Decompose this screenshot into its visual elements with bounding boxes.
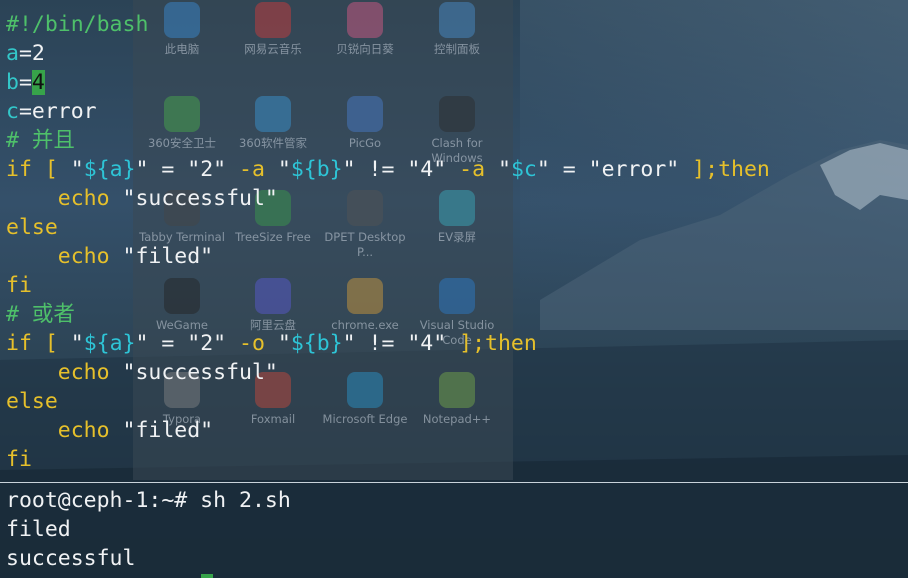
string-successful: "successful" [122, 360, 278, 385]
string-filed: "filed" [122, 418, 214, 443]
string-filed: "filed" [122, 244, 214, 269]
editor-line-b: b=4 [6, 68, 45, 97]
bracket-open: [ [31, 331, 71, 356]
quote: " [277, 157, 291, 182]
keyword-then: ;then [705, 157, 770, 182]
var-c-name: c [6, 99, 19, 124]
quote: " [277, 331, 291, 356]
editor-line-c: c=error [6, 97, 97, 126]
var-b-equals: = [18, 70, 32, 95]
editor-line-echo-filed: echo "filed" [6, 416, 213, 445]
terminal-cursor [201, 574, 213, 578]
quote: " [70, 157, 84, 182]
bracket-close: ] [446, 331, 473, 356]
bracket-open: [ [31, 157, 71, 182]
shell-prompt-line: root@ceph-1:~# sh 2.sh [6, 488, 291, 513]
editor-line-else: else [6, 387, 58, 416]
string-successful: "successful" [122, 186, 278, 211]
editor-line-comment-and: # 并且 [6, 126, 75, 155]
expansion-a: ${a} [83, 157, 136, 182]
quote: " [135, 157, 149, 182]
option-a: -a [226, 157, 278, 182]
string-4: "4" [407, 331, 447, 356]
keyword-echo: echo [57, 360, 110, 385]
editor-line-shebang: #!/bin/bash [6, 10, 148, 39]
string-error: "error" [588, 157, 680, 182]
string-2: "2" [187, 331, 227, 356]
expansion-b: ${b} [290, 157, 343, 182]
output-line: filed [6, 517, 71, 542]
comment-or: # 或者 [6, 302, 75, 327]
expansion-c: $c [510, 157, 537, 182]
editor-line-echo-successful: echo "successful" [6, 184, 278, 213]
keyword-echo: echo [57, 186, 110, 211]
operator-eq: = [549, 157, 589, 182]
string-4: "4" [407, 157, 447, 182]
operator-eq: = [148, 331, 188, 356]
bracket-close: ] [679, 157, 706, 182]
keyword-then: ;then [472, 331, 537, 356]
editor-line-echo-filed: echo "filed" [6, 242, 213, 271]
var-b-name: b [6, 70, 19, 95]
keyword-else: else [6, 389, 58, 414]
option-o: -o [226, 331, 278, 356]
output-line: successful [6, 546, 136, 571]
operator-ne: != [355, 157, 408, 182]
shebang-comment: #!/bin/bash [6, 12, 149, 37]
quote: " [536, 157, 550, 182]
var-c-value: =error [18, 99, 97, 124]
quote: " [342, 331, 356, 356]
quote: " [342, 157, 356, 182]
quote: " [135, 331, 149, 356]
keyword-fi: fi [6, 273, 32, 298]
keyword-fi: fi [6, 447, 32, 472]
comment-and: # 并且 [6, 128, 75, 153]
string-2: "2" [187, 157, 227, 182]
keyword-echo: echo [57, 418, 110, 443]
keyword-echo: echo [57, 244, 110, 269]
editor-line-if-or: if [ "${a}" = "2" -o "${b}" != "4" ];the… [6, 329, 537, 358]
editor-line-fi: fi [6, 271, 32, 300]
expansion-b: ${b} [290, 331, 343, 356]
text-cursor: 4 [31, 70, 45, 95]
quote: " [497, 157, 511, 182]
var-a-name: a [6, 41, 19, 66]
keyword-else: else [6, 215, 58, 240]
editor-line-a: a=2 [6, 39, 45, 68]
vim-editor-buffer[interactable]: #!/bin/bash a=2 b=4 c=error # 并且 if [ "$… [0, 0, 908, 482]
expansion-a: ${a} [83, 331, 136, 356]
operator-eq: = [148, 157, 188, 182]
editor-line-else: else [6, 213, 58, 242]
operator-ne: != [355, 331, 408, 356]
keyword-if: if [6, 331, 32, 356]
var-a-value: =2 [18, 41, 45, 66]
editor-line-echo-successful: echo "successful" [6, 358, 278, 387]
option-a: -a [446, 157, 498, 182]
editor-line-comment-or: # 或者 [6, 300, 75, 329]
editor-line-fi: fi [6, 445, 32, 474]
terminal-output-pane[interactable]: root@ceph-1:~# sh 2.sh filed successful [0, 483, 908, 578]
keyword-if: if [6, 157, 32, 182]
quote: " [70, 331, 84, 356]
editor-line-if-and: if [ "${a}" = "2" -a "${b}" != "4" -a "$… [6, 155, 770, 184]
